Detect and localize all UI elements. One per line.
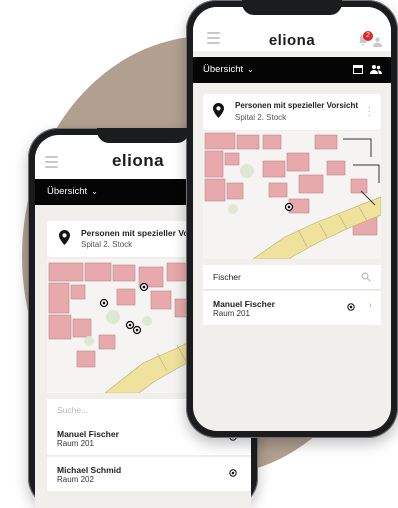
view-selector-label: Übersicht: [47, 186, 87, 197]
user-icon[interactable]: [373, 37, 382, 47]
location-marker[interactable]: [286, 204, 293, 211]
location-subtitle: Spital 2. Stock: [81, 240, 132, 249]
phone-front: eliona 2 Übersicht⌄ Personen mit speziel…: [186, 0, 398, 438]
chevron-right-icon[interactable]: ›: [369, 300, 372, 311]
result-name: Manuel Fischer: [213, 299, 275, 309]
phone-notch: [97, 128, 189, 143]
notification-badge: 2: [363, 31, 373, 41]
result-row[interactable]: Manuel Fischer Raum 201 ›: [203, 291, 381, 326]
view-selector-label: Übersicht: [203, 64, 243, 75]
phone-screen: eliona 2 Übersicht⌄ Personen mit speziel…: [193, 7, 391, 431]
locate-icon[interactable]: [347, 303, 355, 311]
users-icon[interactable]: [370, 64, 382, 75]
chevron-down-icon: ⌄: [247, 65, 254, 74]
map-pin-icon: [59, 230, 70, 245]
result-room: Raum 202: [57, 475, 94, 484]
result-room: Raum 201: [213, 309, 250, 318]
location-card[interactable]: Personen mit spezieller Vorsicht Spital …: [203, 94, 381, 130]
view-selector[interactable]: Übersicht ⌄: [47, 186, 98, 197]
result-name: Michael Schmid: [57, 465, 121, 475]
result-room: Raum 201: [57, 439, 94, 448]
location-marker[interactable]: [101, 300, 108, 307]
location-marker[interactable]: [141, 284, 148, 291]
search-icon[interactable]: [361, 272, 371, 282]
location-subtitle: Spital 2. Stock: [235, 113, 286, 122]
calendar-icon[interactable]: [353, 65, 363, 74]
search-bar: [203, 265, 381, 290]
phone-notch: [242, 0, 342, 15]
map-pin-icon: [213, 103, 224, 118]
location-title: Personen mit spezieller Vorsicht: [235, 101, 358, 110]
result-name: Manuel Fischer: [57, 429, 119, 439]
search-input[interactable]: [213, 265, 338, 289]
view-selector[interactable]: Übersicht ⌄: [203, 64, 254, 75]
chevron-down-icon: ⌄: [91, 187, 98, 196]
more-options-icon[interactable]: ···: [368, 106, 371, 118]
location-marker[interactable]: [134, 327, 141, 334]
floor-plan-map[interactable]: [203, 131, 381, 259]
location-marker[interactable]: [127, 322, 134, 329]
locate-icon[interactable]: [229, 469, 237, 477]
toolbar: Übersicht ⌄: [193, 57, 391, 83]
